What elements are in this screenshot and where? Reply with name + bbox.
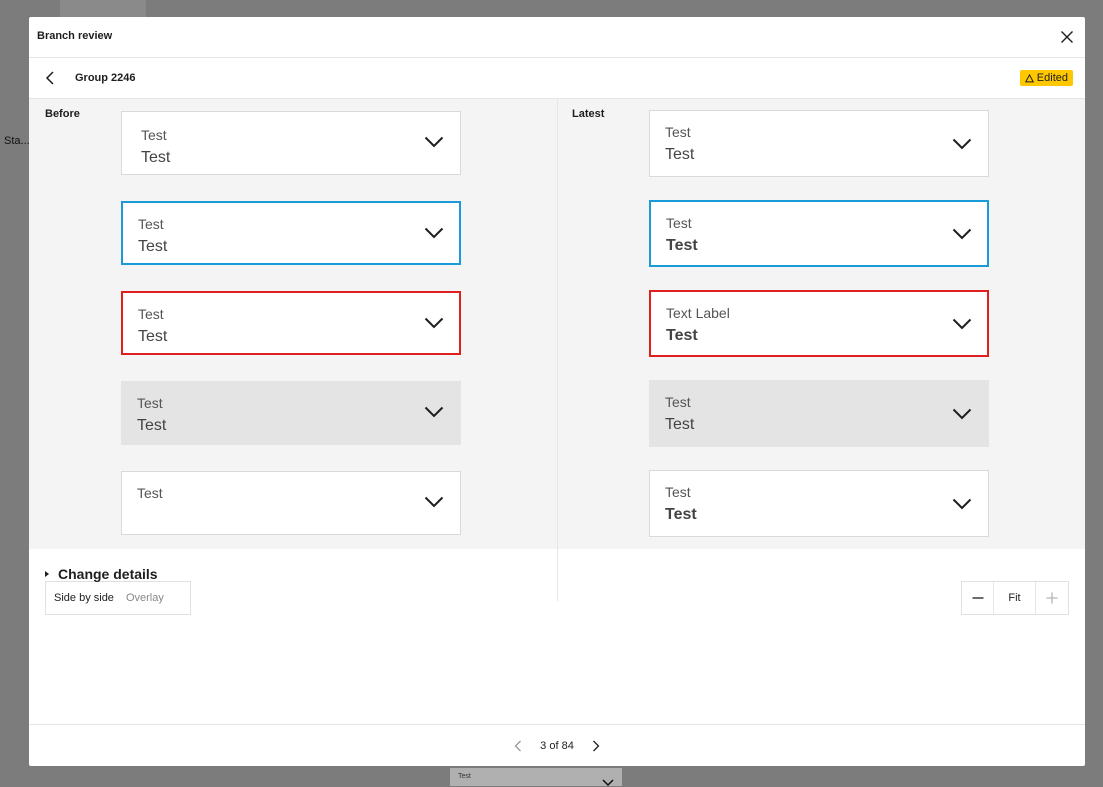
before-label: Before	[45, 108, 80, 120]
before-dropdown-default-2: Test	[121, 471, 461, 535]
latest-dropdown-error: Text Label Test	[649, 290, 989, 357]
plus-icon	[1046, 592, 1058, 604]
back-button[interactable]	[43, 70, 57, 86]
side-by-side-option[interactable]: Side by side	[46, 592, 122, 604]
chevron-down-icon	[424, 406, 444, 418]
subheader: Group 2246 Edited	[29, 58, 1085, 99]
chevron-down-icon	[424, 136, 444, 148]
dropdown-value: Test	[138, 238, 168, 255]
latest-dropdown-default-2: Test Test	[649, 470, 989, 537]
zoom-fit-button[interactable]: Fit	[994, 582, 1036, 614]
background-side-text: Sta...	[4, 135, 30, 147]
edited-badge-label: Edited	[1036, 72, 1068, 84]
dropdown-label: Test	[665, 484, 691, 500]
modal-footer: 3 of 84	[29, 724, 1085, 766]
dropdown-value: Test	[666, 327, 698, 344]
chevron-down-icon	[424, 227, 444, 239]
before-dropdown-error: Test Test	[121, 291, 461, 355]
chevron-down-icon	[424, 317, 444, 329]
chevron-right-icon	[592, 740, 600, 752]
close-button[interactable]	[1059, 29, 1075, 45]
pagination: 3 of 84	[29, 738, 1085, 754]
chevron-down-icon	[952, 498, 972, 510]
dropdown-value: Test	[665, 416, 695, 433]
dropdown-label: Test	[138, 306, 164, 322]
dropdown-label: Test	[666, 215, 692, 231]
dropdown-label: Test	[665, 124, 691, 140]
chevron-down-icon	[952, 318, 972, 330]
before-dropdown-focus: Test Test	[121, 201, 461, 265]
zoom-controls: Fit	[961, 581, 1069, 615]
dropdown-label: Test	[137, 485, 163, 501]
chevron-down-icon	[952, 138, 972, 150]
chevron-down-icon	[424, 496, 444, 508]
close-icon	[1061, 31, 1073, 43]
latest-label: Latest	[572, 108, 605, 120]
chevron-left-icon	[514, 740, 522, 752]
latest-dropdown-disabled: Test Test	[649, 380, 989, 447]
zoom-out-button[interactable]	[962, 582, 995, 614]
change-details-toggle[interactable]: Change details	[45, 566, 158, 582]
change-details-label: Change details	[58, 566, 158, 582]
chevron-down-icon	[952, 408, 972, 420]
dropdown-value: Test	[138, 328, 168, 345]
modal-header: Branch review	[29, 17, 1085, 58]
pane-divider	[557, 99, 558, 601]
pagination-text: 3 of 84	[540, 740, 574, 752]
dropdown-value: Test	[141, 149, 171, 166]
chevron-left-icon	[45, 71, 54, 85]
modal-title: Branch review	[37, 30, 113, 42]
background-frame	[60, 0, 146, 17]
dropdown-label: Text Label	[666, 305, 730, 321]
branch-review-modal: Branch review Group 2246 Edited Before T…	[29, 17, 1085, 766]
before-dropdown-disabled: Test Test	[121, 381, 461, 445]
background-bottom-card: Test	[450, 768, 622, 787]
warning-icon	[1024, 73, 1034, 82]
minus-icon	[972, 597, 984, 599]
dropdown-label: Test	[137, 395, 163, 411]
dropdown-value: Test	[665, 506, 697, 523]
edited-badge: Edited	[1019, 70, 1073, 86]
latest-pane: Latest Test Test Test Test Text Label Te…	[558, 99, 1085, 549]
background-bottom-card-label: Test	[458, 773, 471, 780]
latest-dropdown-focus: Test Test	[649, 200, 989, 267]
dropdown-label: Test	[138, 216, 164, 232]
dropdown-value: Test	[665, 146, 695, 163]
group-title: Group 2246	[75, 72, 136, 84]
latest-dropdown-default: Test Test	[649, 110, 989, 177]
overlay-option[interactable]: Overlay	[122, 592, 172, 604]
view-mode-toggle: Side by side Overlay	[45, 581, 191, 615]
dropdown-value: Test	[666, 237, 698, 254]
dropdown-value: Test	[137, 417, 167, 434]
dropdown-label: Test	[665, 394, 691, 410]
previous-button[interactable]	[504, 738, 532, 754]
chevron-down-icon	[952, 228, 972, 240]
caret-right-icon	[45, 571, 49, 577]
before-pane: Before Test Test Test Test Test Test Tes…	[29, 99, 557, 549]
dropdown-label: Test	[141, 127, 167, 143]
zoom-in-button[interactable]	[1036, 582, 1068, 614]
next-button[interactable]	[582, 738, 610, 754]
before-dropdown-default: Test Test	[121, 111, 461, 175]
